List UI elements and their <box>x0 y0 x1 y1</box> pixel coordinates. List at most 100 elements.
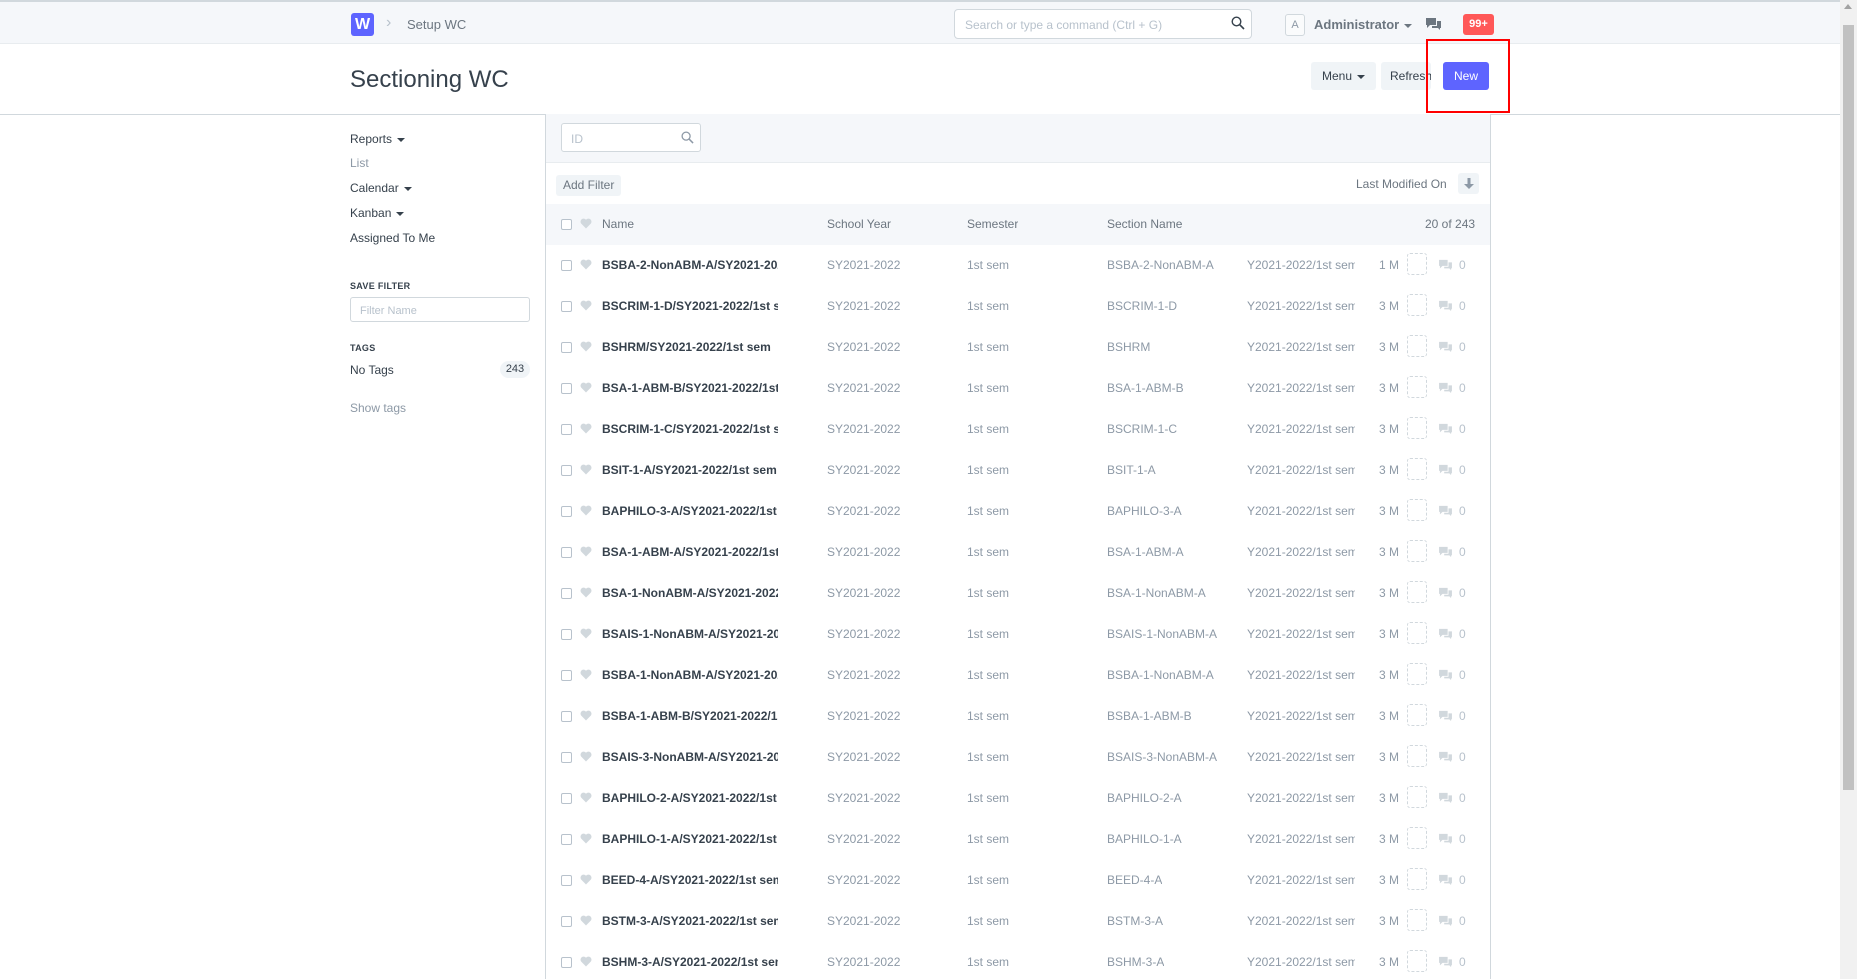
heart-icon[interactable] <box>580 833 592 844</box>
row-name-link[interactable]: BSTM-3-A/SY2021-2022/1st sem <box>602 914 778 928</box>
heart-icon[interactable] <box>580 259 592 270</box>
sidebar-item-calendar[interactable]: Calendar <box>350 181 412 195</box>
search-icon[interactable] <box>1231 16 1245 30</box>
assign-avatar-placeholder[interactable] <box>1407 458 1427 480</box>
heart-icon[interactable] <box>580 423 592 434</box>
row-section-name[interactable]: BSIT-1-A <box>1107 463 1156 477</box>
table-row[interactable]: BSA-1-ABM-A/SY2021-2022/1st sem SY2021-20… <box>546 532 1490 574</box>
row-name-link[interactable]: BAPHILO-1-A/SY2021-2022/1st sem <box>602 832 778 846</box>
user-menu[interactable]: Administrator <box>1314 17 1413 32</box>
assign-avatar-placeholder[interactable] <box>1407 663 1427 685</box>
row-name-link[interactable]: BAPHILO-3-A/SY2021-2022/1st sem <box>602 504 778 518</box>
assign-avatar-placeholder[interactable] <box>1407 827 1427 849</box>
table-row[interactable]: BSAIS-3-NonABM-A/SY2021-2022/1st sem SY20… <box>546 737 1490 779</box>
sort-selector[interactable]: Last Modified On <box>1356 177 1447 191</box>
table-row[interactable]: BSAIS-1-NonABM-A/SY2021-2022/1st sem SY20… <box>546 614 1490 656</box>
row-semester[interactable]: 1st sem <box>967 299 1009 313</box>
row-checkbox[interactable] <box>561 260 572 271</box>
avatar[interactable]: A <box>1285 14 1305 36</box>
heart-icon[interactable] <box>580 710 592 721</box>
breadcrumb[interactable]: Setup WC <box>407 17 466 32</box>
select-all-checkbox[interactable] <box>561 219 572 230</box>
row-section-name[interactable]: BSA-1-NonABM-A <box>1107 586 1206 600</box>
row-checkbox[interactable] <box>561 424 572 435</box>
row-section-name[interactable]: BAPHILO-3-A <box>1107 504 1182 518</box>
add-filter-button[interactable]: Add Filter <box>556 175 622 196</box>
row-semester[interactable]: 1st sem <box>967 873 1009 887</box>
row-checkbox[interactable] <box>561 506 572 517</box>
assign-avatar-placeholder[interactable] <box>1407 950 1427 972</box>
table-row[interactable]: BSA-1-NonABM-A/SY2021-2022/1st sem SY2021… <box>546 573 1490 615</box>
table-row[interactable]: BSTM-3-A/SY2021-2022/1st sem SY2021-2022 1… <box>546 901 1490 943</box>
row-section-name[interactable]: BSCRIM-1-C <box>1107 422 1177 436</box>
heart-icon[interactable] <box>580 341 592 352</box>
chat-icon[interactable] <box>1425 17 1442 31</box>
row-name-link[interactable]: BAPHILO-2-A/SY2021-2022/1st sem <box>602 791 778 805</box>
row-checkbox[interactable] <box>561 629 572 640</box>
row-checkbox[interactable] <box>561 916 572 927</box>
assign-avatar-placeholder[interactable] <box>1407 335 1427 357</box>
row-section-name[interactable]: BSHM-3-A <box>1107 955 1164 969</box>
assign-avatar-placeholder[interactable] <box>1407 745 1427 767</box>
row-name-link[interactable]: BSAIS-3-NonABM-A/SY2021-2022/1st sem <box>602 750 778 764</box>
row-checkbox[interactable] <box>561 957 572 968</box>
table-row[interactable]: BSIT-1-A/SY2021-2022/1st sem SY2021-2022 1… <box>546 450 1490 492</box>
heart-icon[interactable] <box>580 956 592 967</box>
assign-avatar-placeholder[interactable] <box>1407 868 1427 890</box>
row-name-link[interactable]: BSBA-1-ABM-B/SY2021-2022/1st sem <box>602 709 778 723</box>
row-school-year[interactable]: SY2021-2022 <box>827 750 900 764</box>
id-filter-input[interactable] <box>562 124 683 153</box>
row-checkbox[interactable] <box>561 875 572 886</box>
heart-icon[interactable] <box>580 546 592 557</box>
row-semester[interactable]: 1st sem <box>967 709 1009 723</box>
row-section-name[interactable]: BSHRM <box>1107 340 1150 354</box>
menu-button[interactable]: Menu <box>1311 62 1376 90</box>
heart-icon[interactable] <box>580 792 592 803</box>
row-checkbox[interactable] <box>561 834 572 845</box>
scroll-up-icon[interactable] <box>1844 4 1852 9</box>
row-section-name[interactable]: BAPHILO-2-A <box>1107 791 1182 805</box>
row-name-link[interactable]: BSIT-1-A/SY2021-2022/1st sem <box>602 463 778 477</box>
notification-badge[interactable]: 99+ <box>1463 14 1494 35</box>
row-semester[interactable]: 1st sem <box>967 586 1009 600</box>
row-semester[interactable]: 1st sem <box>967 258 1009 272</box>
row-section-name[interactable]: BEED-4-A <box>1107 873 1162 887</box>
row-checkbox[interactable] <box>561 752 572 763</box>
heart-icon[interactable] <box>580 669 592 680</box>
row-semester[interactable]: 1st sem <box>967 340 1009 354</box>
row-semester[interactable]: 1st sem <box>967 422 1009 436</box>
heart-icon[interactable] <box>580 382 592 393</box>
awesome-bar[interactable] <box>954 9 1252 40</box>
sidebar-item-reports[interactable]: Reports <box>350 132 406 146</box>
assign-avatar-placeholder[interactable] <box>1407 253 1427 275</box>
row-school-year[interactable]: SY2021-2022 <box>827 832 900 846</box>
row-checkbox[interactable] <box>561 588 572 599</box>
row-checkbox[interactable] <box>561 465 572 476</box>
row-semester[interactable]: 1st sem <box>967 381 1009 395</box>
table-row[interactable]: BEED-4-A/SY2021-2022/1st sem SY2021-2022 1… <box>546 860 1490 902</box>
assign-avatar-placeholder[interactable] <box>1407 294 1427 316</box>
heart-icon[interactable] <box>580 628 592 639</box>
heart-icon[interactable] <box>580 218 592 229</box>
sort-order-button[interactable] <box>1458 173 1479 194</box>
assign-avatar-placeholder[interactable] <box>1407 622 1427 644</box>
row-semester[interactable]: 1st sem <box>967 955 1009 969</box>
table-row[interactable]: BSCRIM-1-D/SY2021-2022/1st sem SY2021-202… <box>546 286 1490 328</box>
row-school-year[interactable]: SY2021-2022 <box>827 545 900 559</box>
row-section-name[interactable]: BSA-1-ABM-A <box>1107 545 1184 559</box>
row-name-link[interactable]: BSA-1-ABM-A/SY2021-2022/1st sem <box>602 545 778 559</box>
table-row[interactable]: BSBA-1-ABM-B/SY2021-2022/1st sem SY2021-2… <box>546 696 1490 738</box>
row-school-year[interactable]: SY2021-2022 <box>827 914 900 928</box>
row-school-year[interactable]: SY2021-2022 <box>827 627 900 641</box>
row-section-name[interactable]: BSBA-2-NonABM-A <box>1107 258 1214 272</box>
row-section-name[interactable]: BSTM-3-A <box>1107 914 1163 928</box>
row-name-link[interactable]: BSAIS-1-NonABM-A/SY2021-2022/1st sem <box>602 627 778 641</box>
row-section-name[interactable]: BSBA-1-ABM-B <box>1107 709 1192 723</box>
assign-avatar-placeholder[interactable] <box>1407 376 1427 398</box>
row-school-year[interactable]: SY2021-2022 <box>827 422 900 436</box>
heart-icon[interactable] <box>580 751 592 762</box>
assign-avatar-placeholder[interactable] <box>1407 540 1427 562</box>
row-school-year[interactable]: SY2021-2022 <box>827 504 900 518</box>
row-school-year[interactable]: SY2021-2022 <box>827 955 900 969</box>
row-school-year[interactable]: SY2021-2022 <box>827 791 900 805</box>
